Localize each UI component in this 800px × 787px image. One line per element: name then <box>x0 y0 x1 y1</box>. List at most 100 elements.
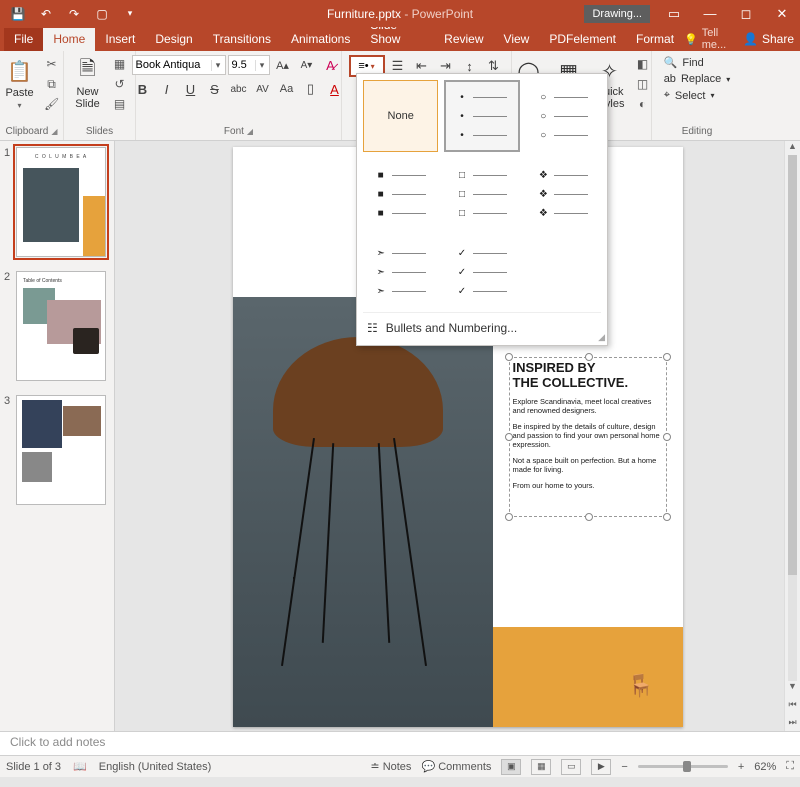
slide-thumbnail-2[interactable]: Table of Contents <box>16 271 106 381</box>
tab-format[interactable]: Format <box>626 28 684 51</box>
undo-icon[interactable]: ↶ <box>34 3 58 25</box>
maximize-icon[interactable]: ◻ <box>728 0 764 27</box>
shape-outline-icon[interactable]: ◫ <box>632 75 652 93</box>
zoom-out-button[interactable]: − <box>621 761 627 773</box>
contextual-tab-label[interactable]: Drawing... <box>584 5 650 23</box>
textbox-p2: Be inspired by the details of culture, d… <box>513 422 663 450</box>
zoom-in-button[interactable]: + <box>738 761 744 773</box>
spellcheck-icon[interactable]: 📖 <box>73 760 87 773</box>
language-indicator[interactable]: English (United States) <box>99 761 212 773</box>
tell-me[interactable]: 💡Tell me... <box>684 27 733 51</box>
sorter-view-button[interactable]: ▦ <box>531 759 551 775</box>
slide-indicator[interactable]: Slide 1 of 3 <box>6 761 61 773</box>
bullet-option-diamond[interactable]: ❖❖❖ <box>526 158 601 230</box>
find-button[interactable]: 🔍Find <box>662 55 706 70</box>
close-icon[interactable]: ✕ <box>764 0 800 27</box>
font-size-input[interactable] <box>229 59 255 71</box>
section-icon[interactable]: ▤ <box>110 95 130 113</box>
bullet-option-circle[interactable]: ○○○ <box>526 80 601 152</box>
zoom-level[interactable]: 62% <box>754 761 776 773</box>
resize-handle[interactable] <box>585 513 593 521</box>
next-slide-icon[interactable]: ⏭ <box>785 717 800 731</box>
tab-design[interactable]: Design <box>145 28 202 51</box>
resize-handle[interactable] <box>505 433 513 441</box>
bullet-option-disc[interactable]: ••• <box>444 80 519 152</box>
shape-effects-icon[interactable]: ◐ <box>632 95 652 113</box>
save-icon[interactable]: 💾 <box>6 3 30 25</box>
tab-transitions[interactable]: Transitions <box>203 28 281 51</box>
start-from-beginning-icon[interactable]: ▢ <box>90 3 114 25</box>
share-button[interactable]: 👤Share <box>743 32 794 46</box>
fit-to-window-button[interactable]: ⛶ <box>786 760 794 773</box>
prev-slide-icon[interactable]: ⏮ <box>785 699 800 713</box>
change-case-button[interactable]: Aa <box>276 79 298 99</box>
tab-view[interactable]: View <box>494 28 540 51</box>
minimize-icon[interactable]: — <box>692 0 728 27</box>
tab-file[interactable]: File <box>4 28 43 51</box>
bullet-option-hollow-square[interactable]: □□□ <box>444 158 519 230</box>
bullet-option-none[interactable]: None <box>363 80 438 152</box>
scroll-up-icon[interactable]: ▲ <box>785 141 800 155</box>
menu-resize-grip-icon[interactable]: ◢ <box>598 332 605 343</box>
character-spacing-button[interactable]: AV <box>252 79 274 99</box>
strikethrough-button[interactable]: S <box>204 79 226 99</box>
italic-button[interactable]: I <box>156 79 178 99</box>
normal-view-button[interactable]: ▣ <box>501 759 521 775</box>
notes-pane[interactable]: Click to add notes <box>0 731 800 755</box>
vertical-scrollbar[interactable]: ▲ ▼ ⏮ ⏭ <box>784 141 800 731</box>
increase-font-icon[interactable]: A▴ <box>272 55 294 75</box>
clear-formatting-icon[interactable]: A̷ <box>320 55 342 75</box>
decrease-font-icon[interactable]: A▾ <box>296 55 318 75</box>
slideshow-view-button[interactable]: ▶ <box>591 759 611 775</box>
reset-icon[interactable]: ↺ <box>110 75 130 93</box>
bullet-option-check[interactable]: ✓✓✓ <box>444 236 519 308</box>
cut-icon[interactable]: ✂ <box>42 55 62 73</box>
bullet-option-square[interactable]: ■■■ <box>363 158 438 230</box>
tab-insert[interactable]: Insert <box>95 28 145 51</box>
slide-thumbnail-3[interactable] <box>16 395 106 505</box>
ribbon-options-icon[interactable]: ▭ <box>656 0 692 27</box>
dialog-launcher-icon[interactable]: ◢ <box>51 127 57 136</box>
comments-toggle[interactable]: 💬 Comments <box>421 760 491 773</box>
notes-toggle[interactable]: ≐ Notes <box>370 760 411 773</box>
highlight-button[interactable]: ▯ <box>300 79 322 99</box>
scroll-down-icon[interactable]: ▼ <box>785 681 800 695</box>
select-button[interactable]: ⌖Select▾ <box>662 88 717 103</box>
zoom-slider-thumb[interactable] <box>683 761 691 772</box>
zoom-slider[interactable] <box>638 765 728 768</box>
redo-icon[interactable]: ↷ <box>62 3 86 25</box>
resize-handle[interactable] <box>505 513 513 521</box>
format-painter-icon[interactable]: 🖌 <box>42 95 62 113</box>
font-size-combo[interactable]: ▾ <box>228 55 270 75</box>
tab-home[interactable]: Home <box>43 28 95 51</box>
slide-thumbnail-1[interactable]: C O L U M B E A <box>16 147 106 257</box>
tab-pdfelement[interactable]: PDFelement <box>539 28 626 51</box>
resize-handle[interactable] <box>663 353 671 361</box>
tab-review[interactable]: Review <box>434 28 493 51</box>
scroll-thumb[interactable] <box>788 155 797 575</box>
qat-customize-icon[interactable]: ▾ <box>118 3 142 25</box>
underline-button[interactable]: U <box>180 79 202 99</box>
chevron-down-icon[interactable]: ▾ <box>211 60 225 71</box>
replace-button[interactable]: abReplace▾ <box>662 72 733 86</box>
font-name-combo[interactable]: ▾ <box>132 55 226 75</box>
tab-animations[interactable]: Animations <box>281 28 360 51</box>
bold-button[interactable]: B <box>132 79 154 99</box>
list-icon: ☷ <box>367 321 378 335</box>
text-shadow-button[interactable]: abc <box>228 79 250 99</box>
chevron-down-icon[interactable]: ▾ <box>255 60 269 71</box>
font-name-input[interactable] <box>133 59 211 71</box>
resize-handle[interactable] <box>663 433 671 441</box>
resize-handle[interactable] <box>505 353 513 361</box>
paste-button[interactable]: 📋 Paste ▾ <box>1 55 37 112</box>
content-textbox[interactable]: INSPIRED BY THE COLLECTIVE. Explore Scan… <box>513 361 663 496</box>
resize-handle[interactable] <box>663 513 671 521</box>
bullet-option-arrow[interactable]: ➣➣➣ <box>363 236 438 308</box>
bullets-and-numbering-item[interactable]: ☷ Bullets and Numbering... <box>363 312 601 339</box>
layout-icon[interactable]: ▦ <box>110 55 130 73</box>
new-slide-button[interactable]: 🗎 New Slide <box>70 55 106 112</box>
shape-fill-icon[interactable]: ◧ <box>632 55 652 73</box>
reading-view-button[interactable]: ▭ <box>561 759 581 775</box>
dialog-launcher-icon[interactable]: ◢ <box>247 127 253 136</box>
copy-icon[interactable]: ⧉ <box>42 75 62 93</box>
